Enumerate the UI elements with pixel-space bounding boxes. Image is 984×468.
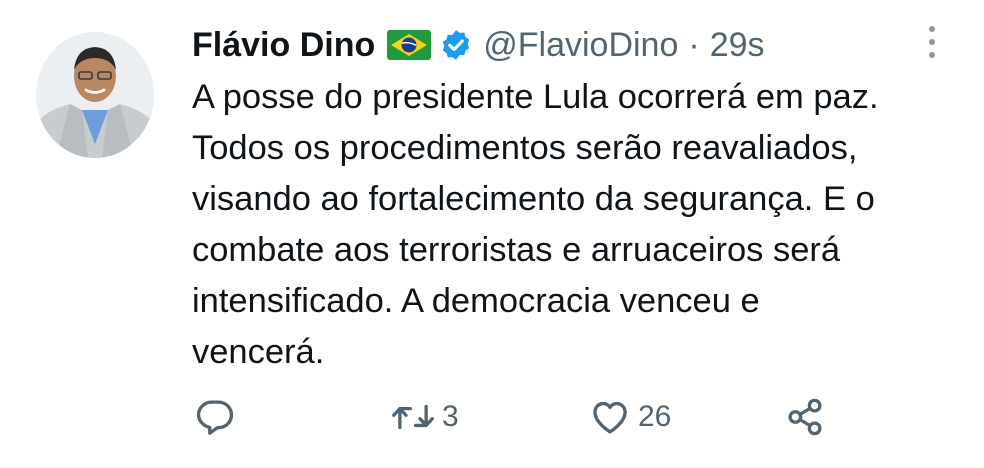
tweet-text-line: A posse do presidente Lula ocorrerá em p… xyxy=(192,78,879,116)
author-name[interactable]: Flávio Dino xyxy=(192,26,375,65)
like-icon xyxy=(593,401,627,434)
share-icon xyxy=(788,398,822,436)
retweet-count: 3 xyxy=(442,400,459,433)
header-separator: · xyxy=(688,25,700,64)
tweet-card[interactable]: Flávio Dino @FlavioDino · 29s A posse do… xyxy=(0,0,984,468)
tweet-text-line: Todos os procedimentos serão reavaliados… xyxy=(192,129,858,167)
tweet-text: A posse do presidente Lula ocorrerá em p… xyxy=(192,72,952,378)
share-button[interactable] xyxy=(784,392,826,442)
tweet-text-line: visando ao fortalecimento da segurança. … xyxy=(192,180,875,218)
tweet-text-line: intensificado. A democracia venceu e xyxy=(192,282,760,320)
avatar[interactable] xyxy=(36,32,154,158)
reply-button[interactable] xyxy=(194,392,242,442)
tweet-actions: 3 26 xyxy=(0,392,984,442)
more-options-icon[interactable] xyxy=(920,22,944,62)
retweet-button[interactable]: 3 xyxy=(390,392,459,442)
retweet-icon xyxy=(392,404,434,430)
tweet-header: Flávio Dino @FlavioDino · 29s xyxy=(192,18,765,72)
reply-icon xyxy=(196,400,234,435)
tweet-timestamp[interactable]: 29s xyxy=(710,26,765,65)
like-button[interactable]: 26 xyxy=(588,392,671,442)
avatar-image xyxy=(36,32,154,158)
brazil-flag-icon xyxy=(387,30,432,60)
author-handle[interactable]: @FlavioDino xyxy=(483,26,678,65)
tweet-text-line: vencerá. xyxy=(192,333,325,371)
tweet-text-line: combate aos terroristas e arruaceiros se… xyxy=(192,231,841,269)
verified-badge-icon[interactable] xyxy=(439,28,473,62)
like-count: 26 xyxy=(638,400,672,433)
